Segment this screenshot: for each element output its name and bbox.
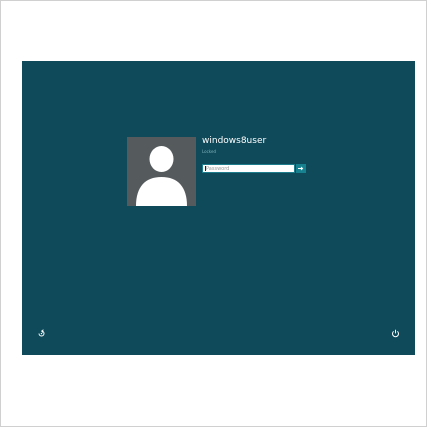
user-silhouette-icon <box>136 146 187 206</box>
password-row <box>202 164 306 173</box>
username: windows8user <box>202 136 267 146</box>
password-input[interactable] <box>202 164 295 173</box>
power-button[interactable] <box>390 328 400 338</box>
power-icon <box>391 329 399 337</box>
lock-screen: windows8user Locked <box>22 61 415 355</box>
submit-button[interactable] <box>296 164 306 173</box>
user-avatar <box>127 137 196 206</box>
arrow-right-icon <box>298 166 304 171</box>
text-caret <box>205 166 206 171</box>
window-frame: windows8user Locked <box>0 0 427 427</box>
ease-of-access-button[interactable] <box>36 328 46 338</box>
account-status: Locked <box>202 149 216 154</box>
ease-of-access-icon <box>38 328 44 336</box>
